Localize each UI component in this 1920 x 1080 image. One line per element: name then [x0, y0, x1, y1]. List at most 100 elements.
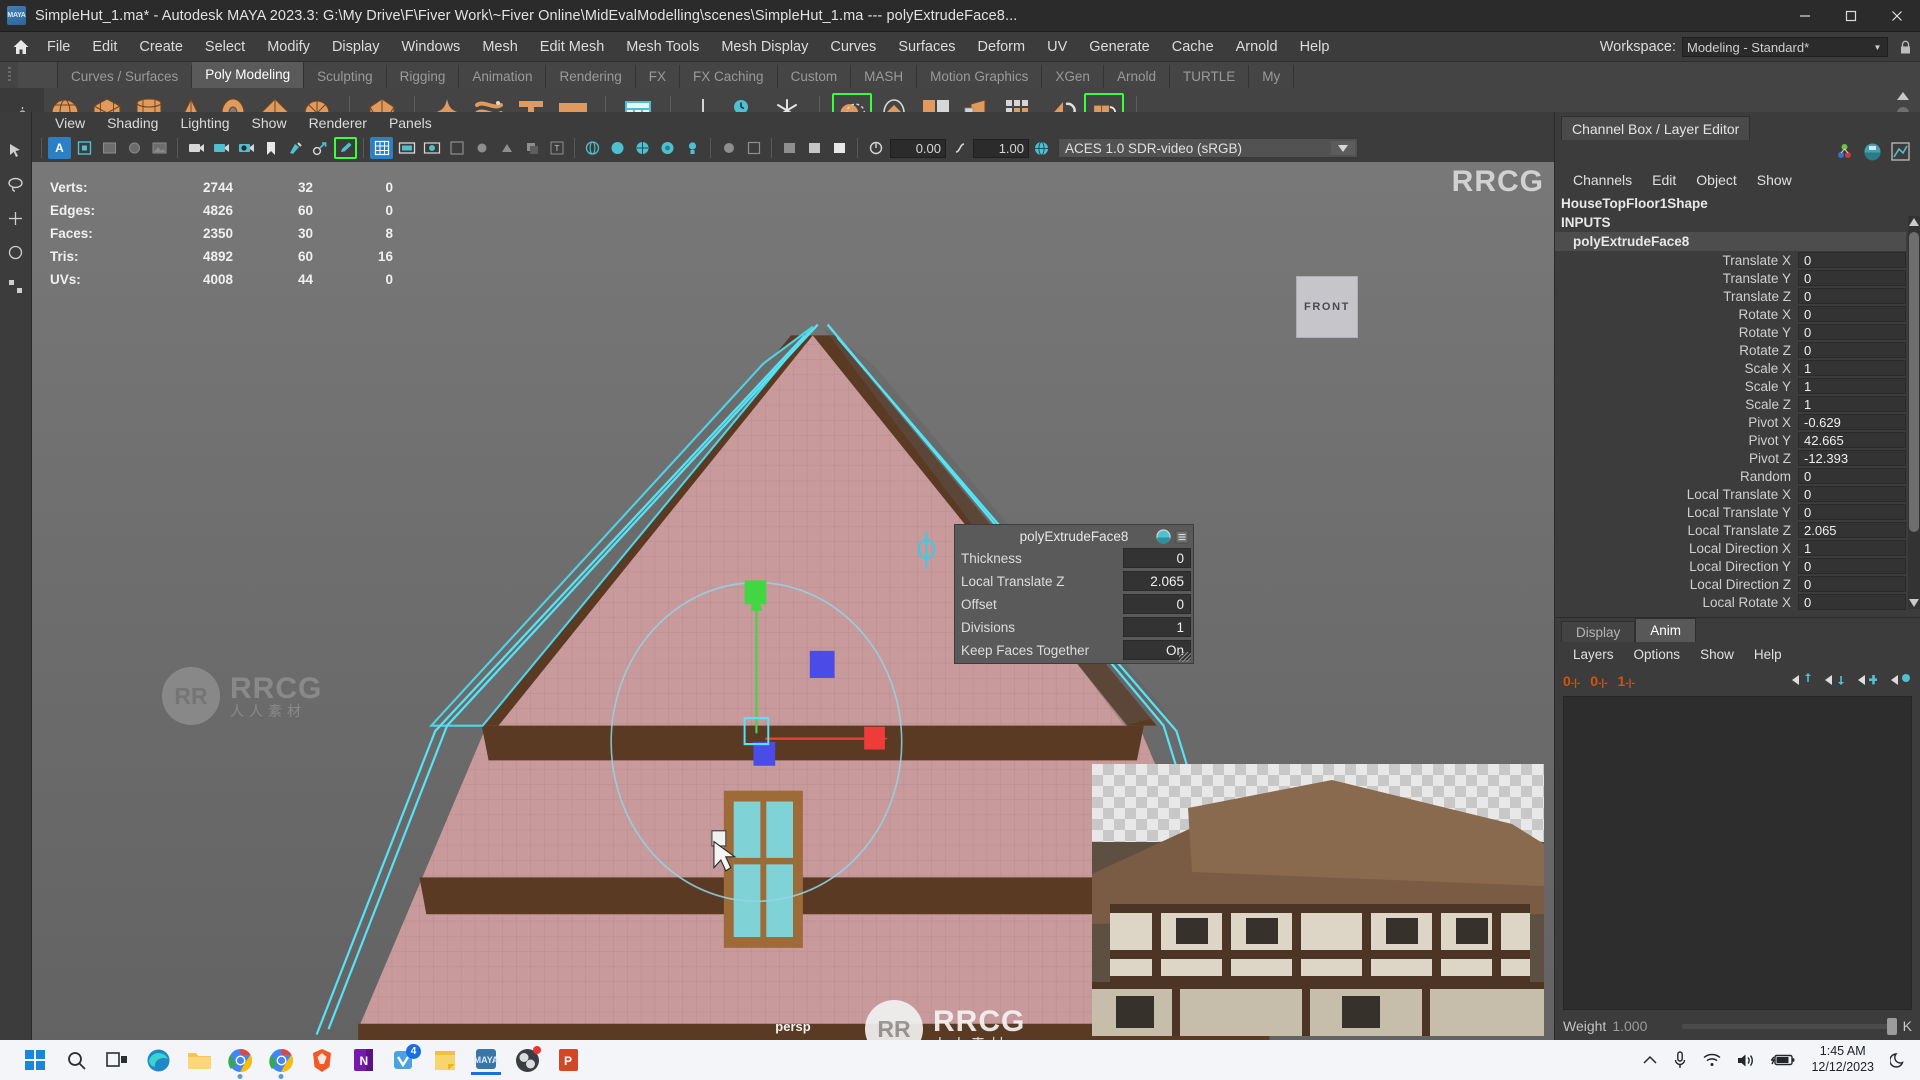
film-gate-icon[interactable]: [395, 137, 418, 159]
menu-file[interactable]: File: [36, 32, 81, 62]
viewport-menu-panels[interactable]: Panels: [378, 112, 443, 134]
onenote-button[interactable]: N: [348, 1045, 378, 1075]
channel-box-icon[interactable]: [1835, 142, 1854, 164]
lasso-tool-icon[interactable]: [4, 172, 28, 196]
set-key-button[interactable]: K: [1903, 1018, 1912, 1034]
gamma-value[interactable]: 1.00: [973, 138, 1029, 158]
keyframe-button-1[interactable]: 0 -|-: [1590, 673, 1607, 689]
tray-expand-icon[interactable]: [1643, 1055, 1657, 1065]
tool-settings-reset-icon[interactable]: [1156, 529, 1171, 547]
channelbox-menu-show[interactable]: Show: [1747, 166, 1802, 194]
camera-three-icon[interactable]: [234, 137, 257, 159]
channel-value[interactable]: 0: [1798, 558, 1906, 574]
layer-menu-layers[interactable]: Layers: [1563, 642, 1624, 668]
channel-value[interactable]: 2.065: [1798, 522, 1906, 538]
menu-windows[interactable]: Windows: [390, 32, 471, 62]
start-button[interactable]: [20, 1045, 50, 1075]
tool-settings-row[interactable]: Offset 0: [957, 593, 1191, 615]
attribute-editor-icon[interactable]: [1863, 142, 1882, 164]
channel-value[interactable]: 1: [1798, 378, 1906, 394]
channel-value[interactable]: 1: [1798, 540, 1906, 556]
shelf-tab-motion-graphics[interactable]: Motion Graphics: [917, 65, 1043, 88]
lock-icon[interactable]: [1894, 40, 1916, 55]
menu-cache[interactable]: Cache: [1161, 32, 1225, 62]
shelf-tab-xgen[interactable]: XGen: [1042, 65, 1104, 88]
menu-create[interactable]: Create: [128, 32, 194, 62]
offset-value[interactable]: 0: [1123, 594, 1191, 614]
menu-arnold[interactable]: Arnold: [1225, 32, 1289, 62]
channel-row[interactable]: Translate Y 0: [1555, 269, 1906, 287]
menu-edit-mesh[interactable]: Edit Mesh: [529, 32, 615, 62]
menu-help[interactable]: Help: [1289, 32, 1341, 62]
texture-toggle-icon[interactable]: [148, 137, 171, 159]
gamma-dial-icon[interactable]: [947, 137, 970, 159]
channel-value[interactable]: 0: [1798, 504, 1906, 520]
channel-row[interactable]: Scale Z 1: [1555, 395, 1906, 413]
tool-settings-row[interactable]: Divisions 1: [957, 616, 1191, 638]
tab-display-layers[interactable]: Display: [1561, 621, 1636, 642]
shelf-tab-rendering[interactable]: Rendering: [546, 65, 636, 88]
shelf-tab-fx-caching[interactable]: FX Caching: [680, 65, 778, 88]
shelf-scroll-up-icon[interactable]: [1897, 92, 1909, 100]
shelf-tab-turtle[interactable]: TURTLE: [1169, 65, 1250, 88]
divisions-value[interactable]: 1: [1123, 617, 1191, 637]
keyframe-button-2[interactable]: 1 -|-: [1618, 673, 1635, 689]
channel-box-scrollbar[interactable]: [1908, 216, 1920, 609]
shelf-tab-rigging[interactable]: Rigging: [386, 65, 460, 88]
obs-button[interactable]: [512, 1045, 542, 1075]
tool-settings-row[interactable]: Local Translate Z 2.065: [957, 570, 1191, 592]
channel-row[interactable]: Pivot Z -12.393: [1555, 449, 1906, 467]
wifi-icon[interactable]: [1703, 1053, 1721, 1067]
smooth-shade-icon[interactable]: [606, 137, 629, 159]
shelf-drag-handle[interactable]: [0, 62, 18, 88]
layer-menu-show[interactable]: Show: [1690, 642, 1744, 668]
rotate-tool-icon[interactable]: [4, 240, 28, 264]
menu-mesh[interactable]: Mesh: [471, 32, 528, 62]
channel-value[interactable]: -12.393: [1798, 450, 1906, 466]
shadows-icon[interactable]: [520, 137, 543, 159]
exposure-down-icon[interactable]: [778, 137, 801, 159]
layer-move-down-icon[interactable]: [1825, 673, 1844, 690]
tab-channel-box-layer-editor[interactable]: Channel Box / Layer Editor: [1561, 116, 1751, 140]
task-view-button[interactable]: [102, 1045, 132, 1075]
powerpoint-button[interactable]: P: [553, 1045, 583, 1075]
channel-row[interactable]: Local Direction X 1: [1555, 539, 1906, 557]
channel-row[interactable]: Local Translate X 0: [1555, 485, 1906, 503]
viewport-menu-view[interactable]: View: [44, 112, 96, 134]
maya-button[interactable]: MAYA: [471, 1045, 501, 1075]
file-explorer-button[interactable]: [184, 1045, 214, 1075]
viewport-menu-shading[interactable]: Shading: [96, 112, 169, 134]
notepad-button[interactable]: [430, 1045, 460, 1075]
layer-move-up-icon[interactable]: [1792, 672, 1811, 690]
grid-toggle-icon[interactable]: [370, 137, 393, 159]
channel-row[interactable]: Scale Y 1: [1555, 377, 1906, 395]
xray-mode-icon[interactable]: [742, 137, 765, 159]
texture-display-icon[interactable]: [656, 137, 679, 159]
weight-slider[interactable]: [1682, 1017, 1897, 1035]
close-button[interactable]: [1874, 0, 1920, 32]
weight-slider-knob[interactable]: [1886, 1017, 1897, 1035]
exposure-up-icon[interactable]: [828, 137, 851, 159]
viewport-menu-show[interactable]: Show: [241, 112, 298, 134]
shelf-tab-mash[interactable]: MASH: [851, 65, 918, 88]
paint-icon[interactable]: [284, 137, 307, 159]
brave-button[interactable]: [307, 1045, 337, 1075]
channelbox-menu-edit[interactable]: Edit: [1642, 166, 1686, 194]
workspace-dropdown[interactable]: Modeling - Standard* ▼: [1682, 37, 1888, 57]
colorspace-globe-icon[interactable]: [1030, 137, 1053, 159]
channel-row[interactable]: Local Translate Y 0: [1555, 503, 1906, 521]
microphone-icon[interactable]: [1673, 1051, 1687, 1069]
bookmark-icon[interactable]: [259, 137, 282, 159]
channel-row[interactable]: Pivot Y 42.665: [1555, 431, 1906, 449]
scale-tool-icon[interactable]: [4, 274, 28, 298]
clock[interactable]: 1:45 AM 12/12/2023: [1811, 1044, 1874, 1075]
channel-value[interactable]: 0: [1798, 342, 1906, 358]
layer-menu-options[interactable]: Options: [1624, 642, 1691, 668]
tool-settings-resize-grip[interactable]: [1179, 652, 1191, 662]
shelf-tab-custom[interactable]: Custom: [777, 65, 852, 88]
channel-value[interactable]: 0: [1798, 486, 1906, 502]
menu-mesh-display[interactable]: Mesh Display: [710, 32, 819, 62]
channel-row[interactable]: Pivot X -0.629: [1555, 413, 1906, 431]
local-translate-z-value[interactable]: 2.065: [1123, 571, 1191, 591]
graph-editor-icon[interactable]: [1891, 142, 1910, 164]
